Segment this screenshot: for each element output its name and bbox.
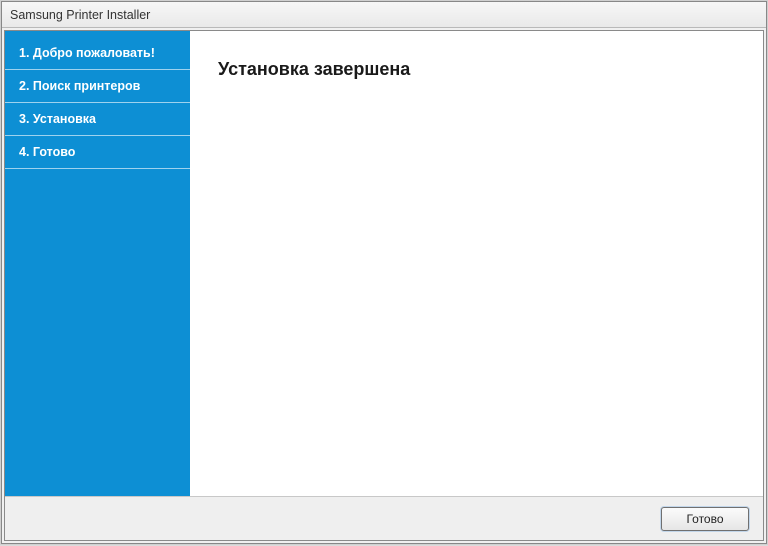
sidebar-item-label: 1. Добро пожаловать! bbox=[19, 46, 155, 60]
middle-area: 1. Добро пожаловать! 2. Поиск принтеров … bbox=[5, 31, 763, 496]
footer: Готово bbox=[5, 496, 763, 540]
sidebar-item-label: 4. Готово bbox=[19, 145, 75, 159]
titlebar[interactable]: Samsung Printer Installer bbox=[2, 2, 766, 28]
sidebar-item-welcome: 1. Добро пожаловать! bbox=[5, 37, 190, 70]
content-area: Установка завершена bbox=[190, 31, 763, 496]
page-title: Установка завершена bbox=[218, 59, 735, 80]
sidebar-item-search-printers: 2. Поиск принтеров bbox=[5, 70, 190, 103]
done-button[interactable]: Готово bbox=[661, 507, 749, 531]
sidebar-item-label: 3. Установка bbox=[19, 112, 96, 126]
installer-window: Samsung Printer Installer 1. Добро пожал… bbox=[1, 1, 767, 544]
window-body: 1. Добро пожаловать! 2. Поиск принтеров … bbox=[4, 30, 764, 541]
sidebar-item-label: 2. Поиск принтеров bbox=[19, 79, 140, 93]
sidebar: 1. Добро пожаловать! 2. Поиск принтеров … bbox=[5, 31, 190, 496]
sidebar-item-done: 4. Готово bbox=[5, 136, 190, 169]
sidebar-item-install: 3. Установка bbox=[5, 103, 190, 136]
window-title: Samsung Printer Installer bbox=[10, 8, 150, 22]
